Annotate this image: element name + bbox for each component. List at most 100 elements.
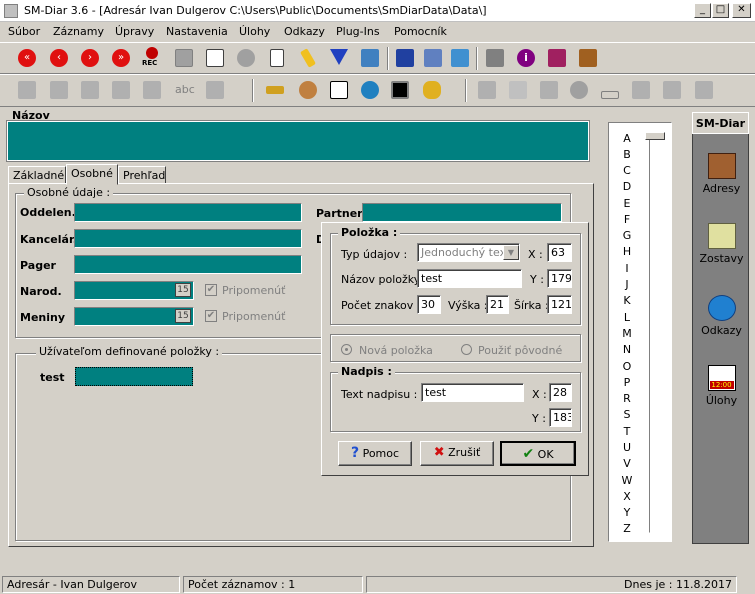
edit-button[interactable] <box>203 47 227 70</box>
narod-remind-checkbox[interactable]: ✔ <box>205 284 217 296</box>
tb2-btn-18[interactable] <box>598 79 622 102</box>
first-record-button[interactable]: « <box>15 47 39 70</box>
letter-u[interactable]: U <box>621 441 633 454</box>
minimize-button[interactable]: _ <box>694 3 711 18</box>
spell-check-button[interactable]: abc <box>172 79 196 102</box>
pocet-znakov-input[interactable]: 30 <box>417 295 441 314</box>
x-input[interactable]: 63 <box>547 243 572 262</box>
letter-f[interactable]: F <box>621 213 633 226</box>
exit-button[interactable] <box>576 47 600 70</box>
test-field[interactable] <box>75 367 193 386</box>
menu-nastavenia[interactable]: Nastavenia <box>166 25 228 38</box>
letter-i[interactable]: I <box>621 262 633 275</box>
radio-nova[interactable] <box>341 344 352 355</box>
next-record-button[interactable]: › <box>78 47 102 70</box>
oddelen-field[interactable] <box>74 203 302 222</box>
letter-j[interactable]: J <box>621 278 633 291</box>
chevron-down-icon[interactable]: ▼ <box>503 245 519 260</box>
delete-button[interactable] <box>265 47 289 70</box>
ok-button[interactable]: ✔ OK <box>500 441 576 466</box>
filter-button[interactable] <box>327 47 351 70</box>
pager-field[interactable] <box>74 255 302 274</box>
y-input[interactable]: 179 <box>547 269 572 288</box>
settings-button[interactable] <box>483 47 507 70</box>
tb2-btn-14[interactable] <box>475 79 499 102</box>
tab-prehlad[interactable]: Prehľad <box>118 166 166 184</box>
import-button[interactable] <box>421 47 445 70</box>
menu-plugins[interactable]: Plug-Ins <box>336 25 380 38</box>
vyska-input[interactable]: 21 <box>486 295 509 314</box>
prev-record-button[interactable]: ‹ <box>47 47 71 70</box>
window-button[interactable] <box>327 79 351 102</box>
sirka-input[interactable]: 121 <box>547 295 572 314</box>
sort-button[interactable] <box>358 47 382 70</box>
tb2-btn-15[interactable] <box>506 79 530 102</box>
tb2-btn-19[interactable] <box>629 79 653 102</box>
mark-button[interactable] <box>296 47 320 70</box>
letter-t[interactable]: T <box>621 425 633 438</box>
nazov-field[interactable] <box>6 120 590 162</box>
letter-e[interactable]: E <box>621 197 633 210</box>
nadpis-x-input[interactable]: 28 <box>549 383 572 402</box>
password-button[interactable] <box>263 79 287 102</box>
letter-d[interactable]: D <box>621 180 633 193</box>
export-button[interactable] <box>393 47 417 70</box>
radio-povodne[interactable] <box>461 344 472 355</box>
alphabet-slider-track[interactable] <box>649 135 661 533</box>
tb2-btn-20[interactable] <box>660 79 684 102</box>
menu-odkazy[interactable]: Odkazy <box>284 25 325 38</box>
narod-calendar-button[interactable]: 15 <box>175 283 191 297</box>
letter-s[interactable]: S <box>621 408 633 421</box>
letter-c[interactable]: C <box>621 164 633 177</box>
letter-g[interactable]: G <box>621 229 633 242</box>
record-button[interactable]: REC <box>140 47 164 70</box>
user-button[interactable] <box>296 79 320 102</box>
letter-r[interactable]: R <box>621 392 633 405</box>
menu-upravy[interactable]: Úpravy <box>115 25 154 38</box>
pomoc-button[interactable]: ? Pomoc <box>338 441 412 466</box>
internet-button[interactable] <box>358 79 382 102</box>
phone-button[interactable] <box>420 79 444 102</box>
zrusit-button[interactable]: ✖ Zrušiť <box>420 441 494 466</box>
tb2-btn-3[interactable] <box>78 79 102 102</box>
maximize-button[interactable]: □ <box>712 3 729 18</box>
letter-x[interactable]: X <box>621 490 633 503</box>
sidebar-item-adresy[interactable]: Adresy <box>693 153 750 195</box>
letter-o[interactable]: O <box>621 360 633 373</box>
letter-y[interactable]: Y <box>621 506 633 519</box>
tb2-btn-7[interactable] <box>203 79 227 102</box>
letter-b[interactable]: B <box>621 148 633 161</box>
letter-a[interactable]: A <box>621 132 633 145</box>
menu-ulohy[interactable]: Úlohy <box>239 25 270 38</box>
letter-m[interactable]: M <box>621 327 633 340</box>
partner-field[interactable] <box>362 203 562 222</box>
tb2-btn-21[interactable] <box>692 79 716 102</box>
nadpis-y-input[interactable]: 183 <box>549 408 572 427</box>
tb2-btn-5[interactable] <box>140 79 164 102</box>
last-record-button[interactable]: » <box>109 47 133 70</box>
letter-p[interactable]: P <box>621 376 633 389</box>
tb2-btn-2[interactable] <box>47 79 71 102</box>
info-button[interactable]: i <box>514 47 538 70</box>
sidebar-item-odkazy[interactable]: Odkazy <box>693 295 750 337</box>
close-button[interactable]: ✕ <box>732 3 751 18</box>
menu-subor[interactable]: Súbor <box>8 25 40 38</box>
letter-z[interactable]: Z <box>621 522 633 535</box>
kancelar-field[interactable] <box>74 229 302 248</box>
letter-h[interactable]: H <box>621 245 633 258</box>
cancel-button[interactable] <box>234 47 258 70</box>
letter-w[interactable]: W <box>621 474 633 487</box>
text-nadpisu-input[interactable]: test <box>421 383 524 402</box>
letter-v[interactable]: V <box>621 457 633 470</box>
alphabet-slider-thumb[interactable] <box>645 132 665 140</box>
letter-n[interactable]: N <box>621 343 633 356</box>
meniny-remind-checkbox[interactable]: ✔ <box>205 310 217 322</box>
tb2-btn-16[interactable] <box>537 79 561 102</box>
letter-l[interactable]: L <box>621 311 633 324</box>
letter-k[interactable]: K <box>621 294 633 307</box>
tb2-btn-4[interactable] <box>109 79 133 102</box>
monitor-button[interactable] <box>388 79 412 102</box>
tb2-btn-17[interactable] <box>567 79 591 102</box>
sidebar-item-zostavy[interactable]: Zostavy <box>693 223 750 265</box>
tab-zakladne[interactable]: Základné <box>8 166 66 184</box>
